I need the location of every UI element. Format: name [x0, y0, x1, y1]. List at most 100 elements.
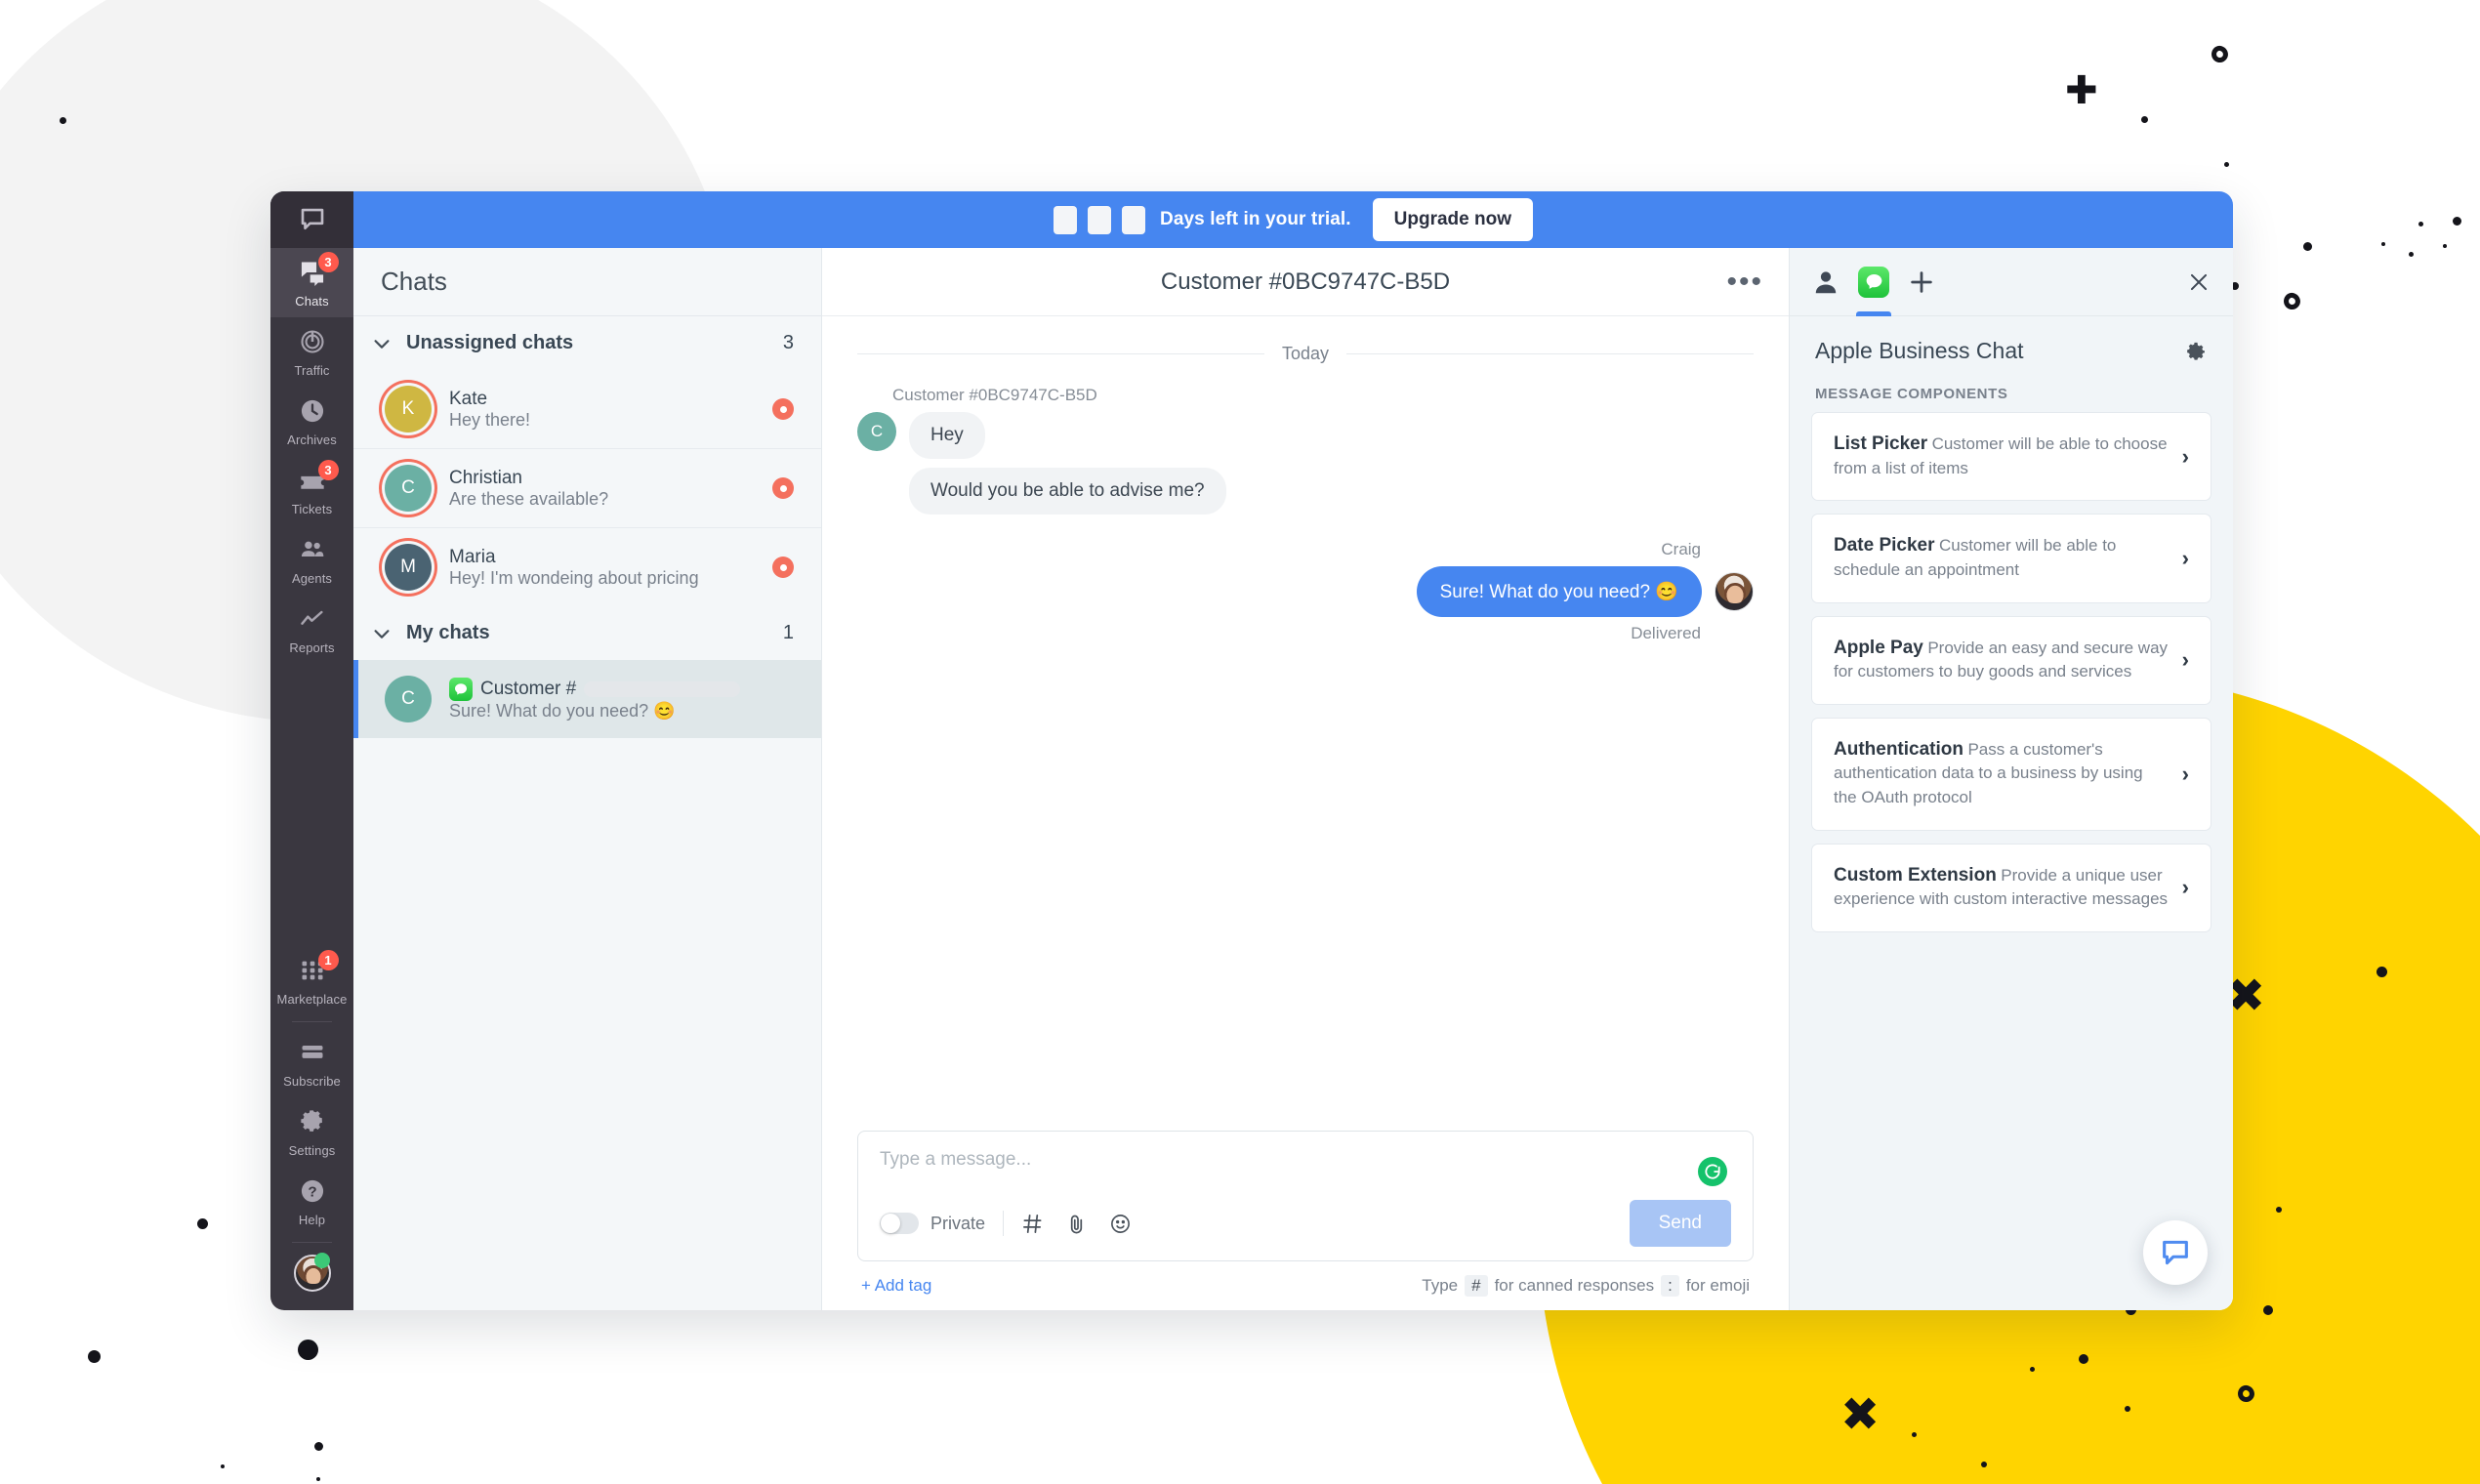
avatar — [1715, 572, 1754, 611]
avatar-initial: K — [401, 398, 415, 419]
grammarly-icon[interactable] — [1698, 1157, 1727, 1186]
details-title-row: Apple Business Chat — [1790, 316, 2233, 374]
add-tag-button[interactable]: + Add tag — [861, 1276, 931, 1296]
message-bubble: Sure! What do you need? 😊 — [1416, 566, 1702, 617]
decor-ring-mark — [2281, 290, 2303, 312]
decor-dot — [88, 1350, 101, 1363]
list-item-body: Kate Hey there! — [449, 389, 755, 431]
component-card-date-picker[interactable]: Date Picker Customer will be able to sch… — [1811, 514, 2211, 603]
decor-dot — [2377, 967, 2387, 977]
message-composer: Private — [857, 1131, 1754, 1261]
paperclip-icon[interactable] — [1065, 1213, 1088, 1235]
outgoing-row: Sure! What do you need? 😊 — [857, 566, 1754, 617]
decor-dot — [197, 1218, 208, 1229]
chevron-right-icon: › — [2181, 545, 2189, 570]
send-button[interactable]: Send — [1629, 1200, 1731, 1247]
composer-area: Private — [822, 1131, 1789, 1310]
sidebar-item-reports[interactable]: Reports — [270, 595, 353, 664]
incoming-row: C Hey Would you be able to advise me? — [857, 412, 1754, 515]
component-card-apple-pay[interactable]: Apple Pay Provide an easy and secure way… — [1811, 615, 2211, 705]
app-body: Days left in your trial. Upgrade now Cha… — [353, 191, 2233, 1310]
component-card-custom-extension[interactable]: Custom Extension Provide a unique user e… — [1811, 843, 2211, 933]
tickets-icon: 3 — [299, 460, 339, 494]
hint-suffix: for emoji — [1685, 1276, 1750, 1295]
sidebar-item-marketplace[interactable]: 1 Marketplace — [270, 946, 353, 1015]
sidebar-item-help[interactable]: ? Help — [270, 1167, 353, 1236]
details-title: Apple Business Chat — [1815, 338, 2024, 363]
decor-x-mark: ✖ — [1840, 1387, 1881, 1442]
private-toggle[interactable] — [880, 1213, 919, 1234]
hint-key-canned: # — [1465, 1275, 1488, 1297]
component-card-authentication[interactable]: Authentication Pass a customer's authent… — [1811, 717, 2211, 831]
gear-icon[interactable] — [2184, 340, 2208, 363]
list-item-preview: Hey there! — [449, 409, 531, 430]
emoji-icon[interactable] — [1109, 1213, 1132, 1235]
chats-badge: 3 — [317, 252, 339, 272]
chat-list-header: Chats — [353, 248, 821, 316]
sidebar-label-traffic: Traffic — [294, 363, 330, 378]
component-card-list-picker[interactable]: List Picker Customer will be able to cho… — [1811, 412, 2211, 502]
chats-icon: 3 — [299, 252, 339, 286]
page-title: Chats — [381, 267, 447, 296]
marketplace-icon: 1 — [299, 950, 339, 984]
chevron-down-icon — [374, 339, 390, 349]
component-text: Custom Extension Provide a unique user e… — [1834, 864, 2169, 912]
add-app-tab[interactable] — [1907, 248, 1936, 316]
decor-dot — [298, 1340, 318, 1360]
list-item-name: Maria — [449, 546, 496, 567]
ellipsis-icon[interactable]: ••• — [1726, 267, 1763, 296]
hash-icon[interactable] — [1021, 1213, 1044, 1235]
message-components-list: List Picker Customer will be able to cho… — [1790, 412, 2233, 952]
list-item-name: Kate — [449, 388, 488, 409]
incoming-bubbles: Hey Would you be able to advise me? — [909, 412, 1226, 515]
subscribe-icon — [299, 1039, 326, 1066]
livechat-logo-icon[interactable] — [270, 191, 353, 248]
sidebar-item-archives[interactable]: Archives — [270, 387, 353, 456]
chat-list-pane: Chats Unassigned chats 3 K Kate Hey ther… — [353, 248, 822, 1310]
list-item-body: Maria Hey! I'm wondeing about pricing — [449, 547, 755, 589]
component-title: Date Picker — [1834, 535, 1935, 556]
hint-key-emoji: : — [1661, 1275, 1679, 1297]
decor-ring-mark — [2235, 1382, 2257, 1405]
sidebar-item-agents[interactable]: Agents — [270, 525, 353, 595]
message-bubble: Hey — [909, 412, 985, 459]
unread-badge — [772, 477, 794, 499]
sidebar-item-tickets[interactable]: 3 Tickets — [270, 456, 353, 525]
list-item[interactable]: M Maria Hey! I'm wondeing about pricing — [353, 527, 821, 606]
avatar: K — [385, 386, 432, 433]
sidebar-item-traffic[interactable]: Traffic — [270, 317, 353, 387]
component-title: Apple Pay — [1834, 637, 1923, 658]
list-item-name: Customer # — [480, 678, 577, 699]
customer-details-tab[interactable] — [1811, 248, 1840, 316]
list-item[interactable]: C Christian Are these available? — [353, 448, 821, 527]
chat-group-header-my-chats[interactable]: My chats 1 — [353, 606, 821, 660]
reports-icon — [299, 605, 326, 633]
day-separator-label: Today — [1281, 344, 1330, 363]
list-item-body: Customer # Sure! What do you need? 😊 — [449, 677, 794, 721]
sidebar-item-subscribe[interactable]: Subscribe — [270, 1028, 353, 1097]
screenshot-stage: ✚ ✖ ✖ 3 Chats Traffic Archives 3 Tickets… — [0, 0, 2480, 1484]
sidebar-label-tickets: Tickets — [291, 502, 333, 516]
outgoing-message-group: Craig Sure! What do you need? 😊 Delivere… — [857, 540, 1754, 643]
nav-divider — [292, 1021, 332, 1022]
incoming-message-group: Customer #0BC9747C-B5D C Hey Would you b… — [857, 386, 1754, 515]
message-author: Craig — [1661, 540, 1701, 558]
day-separator: Today — [857, 344, 1755, 364]
chat-group-header-unassigned[interactable]: Unassigned chats 3 — [353, 316, 821, 370]
list-item[interactable]: K Kate Hey there! — [353, 370, 821, 448]
trial-digit-box — [1088, 205, 1112, 234]
sidebar-item-chats[interactable]: 3 Chats — [270, 248, 353, 317]
avatar-initial: C — [401, 477, 415, 498]
livechat-bubble-icon[interactable] — [2143, 1220, 2208, 1285]
upgrade-now-button[interactable]: Upgrade now — [1372, 198, 1533, 241]
apple-business-chat-icon — [449, 677, 473, 701]
close-icon[interactable] — [2186, 269, 2211, 295]
list-item-selected[interactable]: C Customer # Sure! What do you need? 😊 — [353, 660, 821, 738]
list-item-name: Christian — [449, 467, 522, 488]
agent-avatar-button[interactable] — [270, 1249, 353, 1310]
message-input[interactable] — [880, 1149, 1664, 1200]
apple-business-chat-tab[interactable] — [1856, 248, 1891, 316]
sidebar-item-settings[interactable]: Settings — [270, 1097, 353, 1167]
decor-dot — [2276, 1207, 2282, 1213]
